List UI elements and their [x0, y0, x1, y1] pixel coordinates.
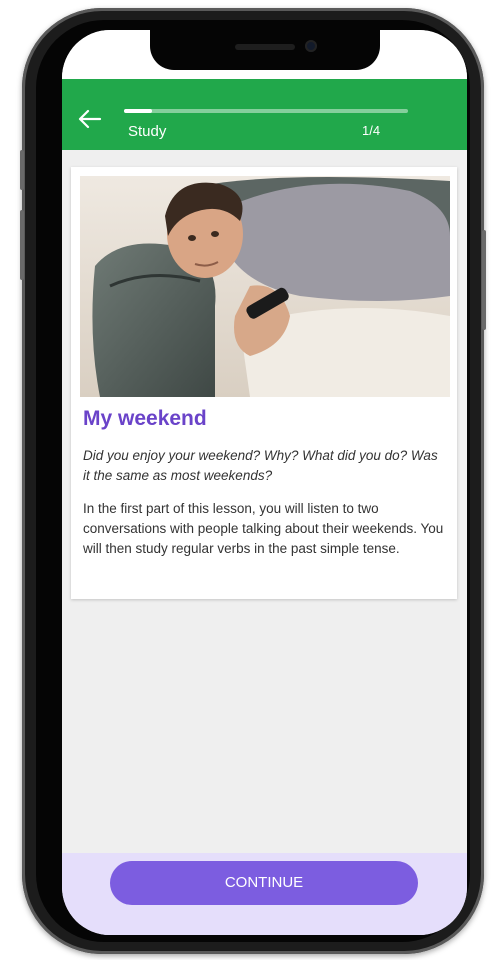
progress-bar — [124, 109, 408, 113]
app-screen: Study 1/4 My weekend Did you enjoy your … — [62, 30, 467, 935]
continue-button[interactable]: CONTINUE — [110, 861, 418, 905]
side-button-left-1 — [20, 150, 24, 190]
lesson-image — [80, 176, 450, 397]
side-button-right — [482, 230, 486, 330]
arrow-left-icon[interactable] — [78, 109, 102, 129]
lesson-card: My weekend Did you enjoy your weekend? W… — [71, 167, 457, 599]
lesson-question: Did you enjoy your weekend? Why? What di… — [83, 448, 438, 483]
lesson-title: My weekend — [83, 407, 207, 430]
front-camera — [305, 40, 317, 52]
footer-bar: CONTINUE — [62, 853, 467, 935]
lesson-description: In the first part of this lesson, you wi… — [83, 501, 444, 556]
side-button-left-2 — [20, 210, 24, 280]
page-title: Study — [128, 123, 167, 140]
speaker-grille — [235, 44, 295, 50]
progress-counter: 1/4 — [362, 123, 381, 138]
phone-notch — [150, 30, 380, 70]
progress-bar-fill — [124, 109, 153, 113]
app-header: Study 1/4 — [62, 79, 467, 150]
